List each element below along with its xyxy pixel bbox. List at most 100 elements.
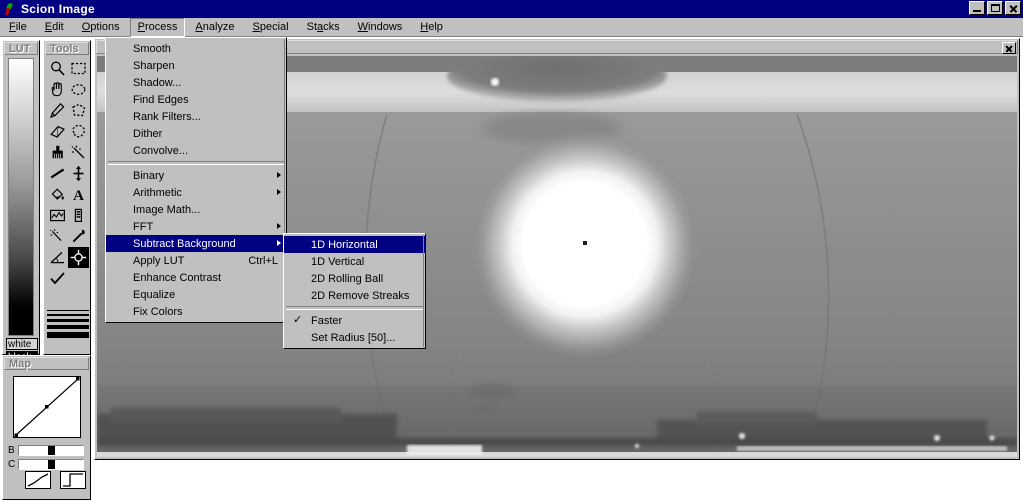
brightness-slider-thumb[interactable] (48, 446, 55, 455)
menu-item-image-math[interactable]: Image Math... (106, 201, 286, 218)
lut-white-label: white (6, 338, 38, 350)
menu-item-fft[interactable]: FFT (106, 218, 286, 235)
menu-item-label: Equalize (133, 288, 176, 301)
menu-item-rank-filters[interactable]: Rank Filters... (106, 108, 286, 125)
submenu-item-1d-vertical[interactable]: 1D Vertical (284, 253, 425, 270)
step-ramp-button[interactable] (60, 471, 86, 489)
menu-item-convolve[interactable]: Convolve... (106, 142, 286, 159)
tools-palette[interactable]: Tools A (43, 40, 91, 355)
submenu-item-2d-remove-streaks[interactable]: 2D Remove Streaks (284, 287, 425, 304)
brush-tool[interactable] (47, 142, 68, 163)
tools-palette-title: Tools (45, 42, 89, 55)
angle-tool[interactable] (47, 247, 68, 268)
menu-item-enhance-contrast[interactable]: Enhance Contrast (106, 269, 286, 286)
contrast-slider-thumb[interactable] (48, 460, 55, 469)
rectangle-select-tool[interactable] (68, 58, 89, 79)
process-dropdown-menu[interactable]: Smooth Sharpen Shadow... Find Edges Rank… (105, 37, 287, 323)
menu-file[interactable]: File (1, 18, 35, 37)
hand-tool[interactable] (47, 79, 68, 100)
menu-item-dither[interactable]: Dither (106, 125, 286, 142)
map-transfer-function[interactable] (13, 376, 81, 438)
contrast-slider[interactable] (18, 459, 84, 470)
menu-item-subtract-background[interactable]: Subtract Background (106, 235, 286, 252)
paint-bucket-tool[interactable] (47, 184, 68, 205)
menu-item-label: FFT (133, 220, 154, 233)
menu-windows[interactable]: Windows (350, 18, 411, 37)
map-palette[interactable]: Map B C (2, 355, 91, 500)
close-button[interactable] (1005, 1, 1021, 15)
menu-item-apply-lut[interactable]: Apply LUT Ctrl+L (106, 252, 286, 269)
application-title: Scion Image (21, 2, 95, 16)
density-slice-tool[interactable] (68, 205, 89, 226)
crosshair-tool[interactable] (68, 247, 89, 268)
image-close-icon[interactable] (1002, 42, 1016, 54)
minimize-button[interactable] (969, 1, 985, 15)
lut-palette[interactable]: LUT white black (2, 40, 40, 363)
line-width-option[interactable] (47, 319, 89, 322)
menu-item-label: Enhance Contrast (133, 271, 222, 284)
plot-profile-tool[interactable] (47, 205, 68, 226)
menu-item-shadow[interactable]: Shadow... (106, 74, 286, 91)
brightness-slider[interactable] (18, 445, 84, 456)
subtract-background-submenu[interactable]: 1D Horizontal 1D Vertical 2D Rolling Bal… (283, 233, 426, 349)
menu-process[interactable]: Process (129, 17, 186, 37)
line-width-option[interactable] (47, 314, 89, 316)
tools-grid: A (47, 58, 89, 289)
menu-stacks[interactable]: Stacks (299, 18, 348, 37)
submenu-item-2d-rolling-ball[interactable]: 2D Rolling Ball (284, 270, 425, 287)
lut-gradient-ramp[interactable] (8, 58, 34, 336)
menu-separator (286, 306, 423, 310)
menu-item-label: Apply LUT (133, 254, 185, 267)
menu-item-arithmetic[interactable]: Arithmetic (106, 184, 286, 201)
map-buttons (25, 471, 86, 489)
line-width-option[interactable] (47, 325, 89, 329)
checkmark-icon: ✓ (293, 314, 303, 326)
menu-special[interactable]: Special (245, 18, 297, 37)
magnifier-tool[interactable] (47, 58, 68, 79)
menu-item-label: 2D Rolling Ball (311, 272, 384, 285)
submenu-arrow-icon (277, 172, 281, 178)
menu-item-label: Convolve... (133, 144, 189, 157)
submenu-item-1d-horizontal[interactable]: 1D Horizontal (284, 236, 425, 253)
menu-help[interactable]: Help (412, 18, 451, 37)
menu-bar: File Edit Options Process Analyze Specia… (0, 17, 1023, 37)
contrast-label: C (8, 458, 16, 470)
maximize-button[interactable] (987, 1, 1003, 15)
eraser-tool[interactable] (47, 121, 68, 142)
menu-item-find-edges[interactable]: Find Edges (106, 91, 286, 108)
line-width-option[interactable] (47, 332, 89, 338)
menu-item-sharpen[interactable]: Sharpen (106, 57, 286, 74)
submenu-item-set-radius[interactable]: Set Radius [50]... (284, 329, 425, 346)
crosshair-cursor-marker (583, 241, 587, 245)
eyedropper-tool[interactable] (68, 226, 89, 247)
title-bar[interactable]: Scion Image (0, 0, 1023, 18)
menu-edit[interactable]: Edit (37, 18, 72, 37)
oval-select-tool[interactable] (68, 79, 89, 100)
menu-analyze[interactable]: Analyze (187, 18, 242, 37)
move-tool[interactable] (68, 163, 89, 184)
freehand-select-tool[interactable] (68, 121, 89, 142)
menu-options[interactable]: Options (74, 18, 128, 37)
wand-tool[interactable] (68, 142, 89, 163)
pencil-tool[interactable] (47, 100, 68, 121)
polygon-select-tool[interactable] (68, 100, 89, 121)
line-width-option[interactable] (47, 310, 89, 311)
sparkle-tool[interactable] (47, 226, 68, 247)
linear-ramp-button[interactable] (25, 471, 51, 489)
menu-item-fix-colors[interactable]: Fix Colors (106, 303, 286, 320)
menu-item-smooth[interactable]: Smooth (106, 40, 286, 57)
submenu-arrow-icon (277, 240, 281, 246)
checkmark-tool[interactable] (47, 268, 68, 289)
lut-palette-title: LUT (4, 42, 38, 55)
line-tool[interactable] (47, 163, 68, 184)
svg-text:A: A (73, 188, 84, 203)
contrast-slider-row: C (8, 458, 84, 471)
menu-item-label: 2D Remove Streaks (311, 289, 410, 302)
menu-item-equalize[interactable]: Equalize (106, 286, 286, 303)
menu-item-label: Fix Colors (133, 305, 183, 318)
submenu-item-faster[interactable]: ✓ Faster (284, 312, 425, 329)
application-window: Scion Image File Edit Options Process An… (0, 0, 1023, 503)
menu-item-binary[interactable]: Binary (106, 167, 286, 184)
menu-separator (108, 161, 284, 165)
text-tool[interactable]: A (68, 184, 89, 205)
